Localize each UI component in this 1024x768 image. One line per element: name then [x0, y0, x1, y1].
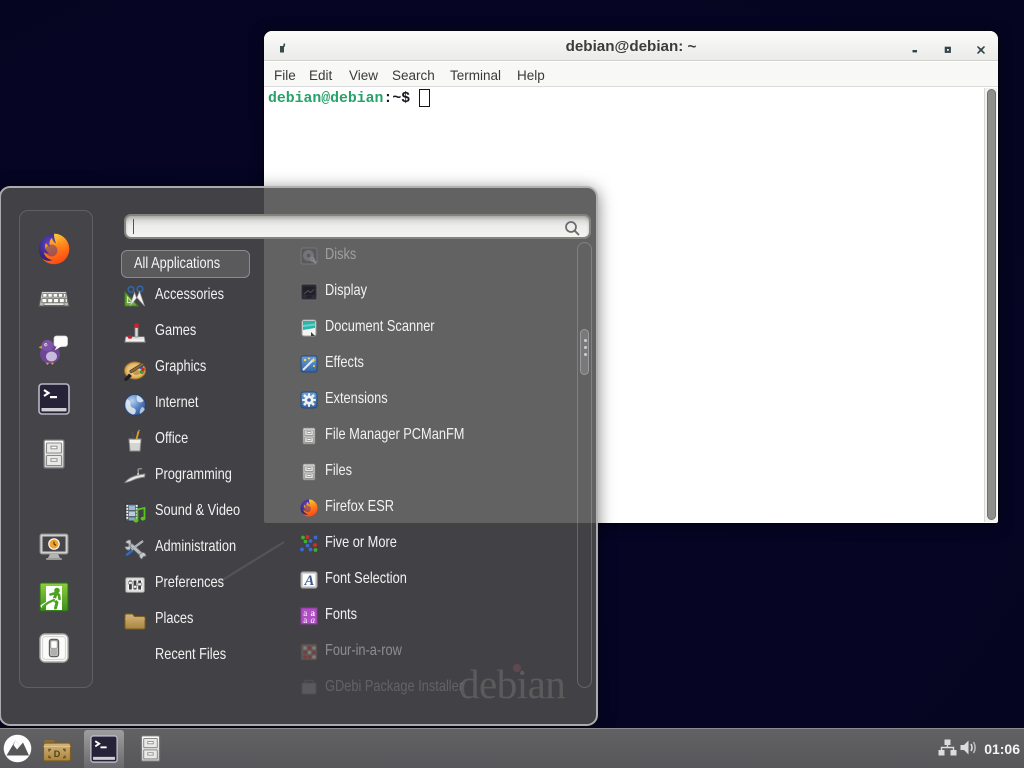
svg-text:a: a [303, 615, 307, 625]
svg-text:a: a [310, 615, 315, 625]
svg-text:A: A [304, 573, 315, 589]
svg-text:D: D [54, 749, 61, 759]
